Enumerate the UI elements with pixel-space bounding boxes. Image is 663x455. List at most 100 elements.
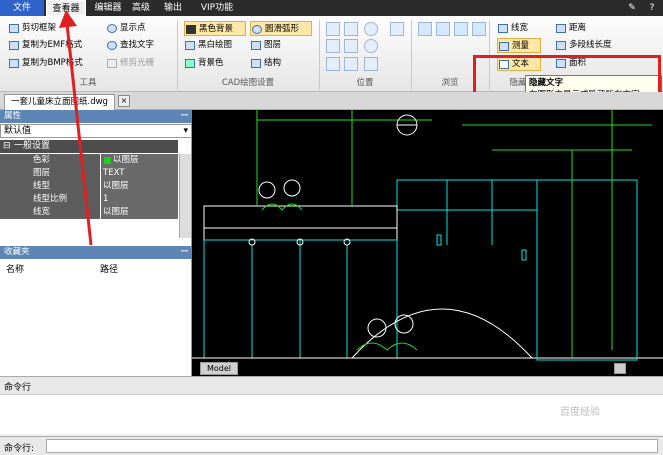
red-arrow-annotation	[59, 10, 93, 246]
tooltip-title: 隐藏文字	[529, 78, 564, 88]
arrow-left-icon[interactable]	[418, 22, 432, 36]
properties-title: 属性	[4, 111, 22, 121]
trim-raster-label: 修剪光栅	[120, 58, 155, 68]
scroll-left-icon[interactable]	[614, 363, 626, 374]
zoom-window-icon[interactable]	[326, 39, 340, 53]
watermark: 百度经验	[560, 407, 600, 418]
group-label-cad: CAD绘图设置	[221, 78, 275, 88]
layers-icon	[251, 41, 261, 50]
layers-button[interactable]: 图层	[250, 38, 281, 53]
zoom-previous-icon[interactable]	[344, 22, 358, 36]
clip-frame-button[interactable]: 剪切框架	[8, 21, 56, 36]
pin-icon[interactable]: ꟷ	[181, 110, 188, 123]
polyline-length-label: 多段线长度	[569, 40, 612, 50]
line-width-label: 线宽	[511, 23, 529, 33]
hand-icon[interactable]	[390, 22, 404, 36]
dropdown-value: 默认值	[4, 126, 32, 136]
distance-icon	[556, 24, 566, 33]
scissors-icon	[9, 24, 19, 33]
menu-output[interactable]: 输出	[160, 0, 186, 16]
copy-icon	[9, 59, 19, 68]
section-label: 一般设置	[14, 141, 51, 151]
clip-frame-label: 剪切框架	[22, 23, 57, 33]
hide-text-button[interactable]: 文本	[497, 56, 541, 71]
polyline-length-button[interactable]: 多段线长度	[555, 38, 612, 53]
area-button[interactable]: 面积	[555, 56, 586, 71]
command-header: 命令行	[0, 376, 663, 394]
view-3d-icon[interactable]	[364, 57, 378, 71]
arrow-down-icon[interactable]	[472, 22, 486, 36]
polyline-icon	[556, 41, 566, 50]
command-line: 命令行:	[0, 436, 663, 455]
show-points-button[interactable]: 显示点	[106, 21, 146, 36]
command-input[interactable]	[46, 439, 658, 453]
distance-label: 距离	[569, 23, 587, 33]
arrow-right-icon[interactable]	[436, 22, 450, 36]
collapse-icon: ⊟	[3, 141, 11, 151]
group-label-position: 位置	[356, 78, 374, 88]
model-tab[interactable]: Model	[200, 362, 239, 375]
line-width-button[interactable]: 线宽	[497, 21, 528, 36]
black-white-button[interactable]: 黑白绘图	[184, 38, 232, 53]
plus-icon	[498, 24, 508, 33]
structure-label: 结构	[264, 58, 282, 68]
measure-label: 测量	[512, 41, 530, 51]
area-label: 面积	[569, 58, 587, 68]
help-icon[interactable]: ?	[645, 0, 659, 16]
structure-button[interactable]: 结构	[250, 56, 281, 71]
command-prompt-label: 命令行:	[4, 444, 35, 454]
chevron-down-icon: ▾	[183, 126, 188, 136]
structure-icon	[251, 59, 261, 68]
pin-icon[interactable]: ꟷ	[181, 246, 188, 259]
zoom-extents-icon[interactable]	[326, 57, 340, 71]
fit-icon[interactable]	[344, 39, 358, 53]
background-color-button[interactable]: 背景色	[184, 56, 224, 71]
black-background-button[interactable]: 黑色背景	[184, 21, 246, 36]
menu-vip[interactable]: VIP功能	[194, 0, 240, 16]
palette-icon	[185, 59, 195, 68]
bw-label: 黑白绘图	[198, 40, 233, 50]
distance-button[interactable]: 距离	[555, 21, 586, 36]
find-text-button[interactable]: 查找文字	[106, 38, 154, 53]
menu-file[interactable]: 文件	[0, 0, 44, 16]
area-icon	[556, 59, 566, 68]
layers-label: 图层	[264, 40, 282, 50]
property-value[interactable]: 以图层	[101, 206, 178, 219]
copy-icon	[9, 41, 19, 50]
command-title: 命令行	[4, 383, 32, 393]
arc-icon	[252, 25, 262, 34]
show-points-label: 显示点	[120, 23, 146, 33]
command-history: 百度经验	[0, 394, 663, 434]
favorites-col-name[interactable]: 名称	[6, 262, 24, 275]
points-icon	[107, 24, 117, 33]
find-text-label: 查找文字	[120, 40, 155, 50]
bw-icon	[185, 41, 195, 50]
smooth-arc-button[interactable]: 圆滑弧形	[250, 21, 312, 36]
black-bg-label: 黑色背景	[199, 24, 234, 34]
rotate-icon[interactable]	[344, 57, 358, 71]
property-value[interactable]: 以图层	[101, 154, 178, 167]
pen-icon[interactable]: ✎	[625, 0, 639, 16]
property-value[interactable]: TEXT	[101, 167, 178, 180]
measure-button[interactable]: 测量	[497, 38, 541, 53]
property-value[interactable]: 1	[101, 193, 178, 206]
cad-drawing	[192, 110, 663, 361]
zoom-out-icon[interactable]	[364, 39, 378, 53]
favorites-col-path[interactable]: 路径	[100, 262, 118, 275]
property-value[interactable]: 以图层	[101, 180, 178, 193]
black-bg-icon	[186, 25, 196, 34]
trim-raster-button[interactable]: 修剪光栅	[106, 56, 154, 71]
raster-icon	[107, 59, 117, 68]
ruler-icon	[499, 42, 509, 51]
menu-advanced[interactable]: 高级	[128, 0, 154, 16]
close-icon[interactable]: ×	[118, 95, 130, 107]
color-value: 以图层	[113, 155, 139, 165]
smooth-arc-label: 圆滑弧形	[265, 24, 300, 34]
arrow-up-icon[interactable]	[454, 22, 468, 36]
pan-icon[interactable]	[326, 22, 340, 36]
favorites-title: 收藏夹	[4, 247, 30, 257]
drawing-canvas[interactable]: Model	[192, 110, 663, 376]
group-label-browse: 浏览	[441, 78, 459, 88]
zoom-in-icon[interactable]	[364, 22, 378, 36]
properties-scrollbar[interactable]	[179, 154, 191, 238]
